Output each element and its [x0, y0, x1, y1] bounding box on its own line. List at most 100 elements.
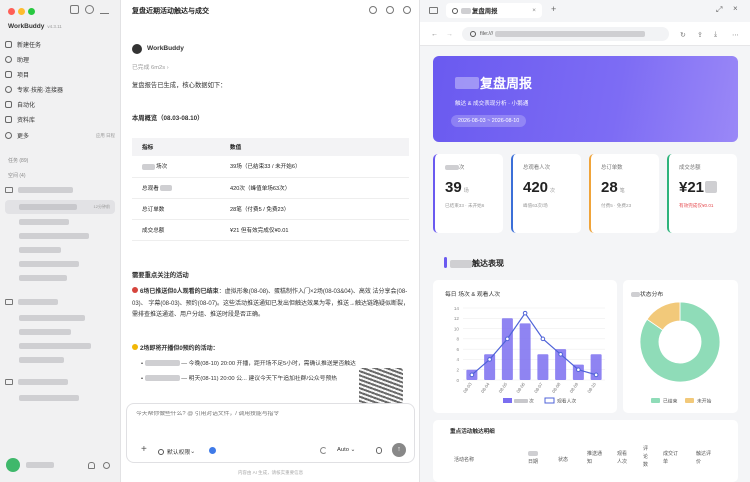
filter-icon[interactable]	[100, 5, 109, 14]
table-header: 成交订单	[663, 451, 679, 465]
automation-icon	[5, 101, 12, 108]
table-header: 指标	[132, 138, 220, 156]
share-icon[interactable]	[369, 6, 377, 14]
table-header: 活动名称	[454, 457, 475, 463]
url-field[interactable]: file:///	[462, 27, 669, 41]
kpi-label: 总观看人次	[523, 165, 550, 171]
chat-input[interactable]	[136, 411, 406, 417]
bar	[519, 323, 531, 380]
maximize-window-button[interactable]	[28, 8, 35, 15]
report-title: 复盘周报	[455, 73, 532, 92]
globe-icon	[470, 31, 476, 37]
more-hint: 应用 日程	[95, 132, 115, 138]
expand-icon[interactable]: ⤢	[716, 5, 722, 15]
report-date-range: 2026-08-03 ~ 2026-08-10	[451, 115, 527, 127]
bar-chart: 0 2 4 6 8 10 12 14 08-03 08-04 08-05 08-06 08-07 08-0…	[454, 306, 605, 405]
avatar[interactable]	[6, 458, 20, 472]
kpi-card-sessions: 次 39 场 已结束33 · 未开始6	[433, 154, 503, 233]
x-tick-label: 08-04	[480, 381, 491, 394]
table-header: 数值	[220, 138, 409, 156]
table-header: 观看人次	[617, 451, 628, 465]
x-tick-label: 08-08	[551, 381, 562, 394]
toggle-sidebar-icon[interactable]	[70, 5, 79, 14]
sidebar: WorkBuddy v4.3.11 新建任务 助理 项目 专家·技能·连接器 自动…	[0, 0, 121, 482]
nav-new-task[interactable]: 新建任务	[5, 38, 115, 51]
history-icon[interactable]	[403, 6, 411, 14]
workspace-folder[interactable]	[5, 184, 115, 196]
kpi-label: 次	[445, 163, 464, 171]
task-item[interactable]	[5, 216, 115, 228]
table-cell: 39场（已结束33 / 未开始6）	[220, 156, 409, 178]
attention-bullet-1: • — 今晚(08-10) 20:00 开播，距开场不足5小时，需确认推送是否触…	[141, 360, 356, 367]
y-tick-label: 14	[454, 306, 460, 311]
close-window-button[interactable]	[8, 8, 15, 15]
back-icon[interactable]: ←	[431, 31, 438, 38]
attention-item-2: 2场即将开播但0预约的活动：	[132, 343, 219, 352]
settings-icon[interactable]	[103, 462, 110, 469]
more-menu-icon[interactable]: ⋯	[732, 31, 739, 39]
app-name: WorkBuddy v4.3.11	[8, 23, 62, 30]
tasks-section-label[interactable]: 任务 (89)	[8, 157, 28, 164]
table-header: 推送通知	[587, 451, 603, 465]
chat-input-box[interactable]: + 默认权限 ⌄ Auto ⌄ ↑	[126, 403, 415, 463]
task-item[interactable]	[5, 230, 115, 242]
section-accent	[444, 257, 447, 268]
close-panel-icon[interactable]: ×	[733, 4, 738, 13]
task-item[interactable]	[5, 272, 115, 284]
new-tab-button[interactable]: +	[551, 4, 556, 14]
model-selector[interactable]: Auto ⌄	[337, 447, 355, 453]
x-tick-label: 08-10	[586, 381, 597, 394]
run-status[interactable]: 已完成 6m2s ›	[132, 62, 169, 71]
microphone-icon[interactable]	[376, 447, 382, 454]
share-icon[interactable]: ⇪	[697, 31, 703, 39]
folder-icon	[5, 299, 13, 305]
kpi-card-revenue: 成交总额 ¥21 有效完成仅¥0.01	[667, 154, 737, 233]
add-icon[interactable]: +	[141, 445, 147, 455]
reload-icon[interactable]: ↻	[680, 31, 686, 39]
tab-bar: 复盘周报 × + ⤢ ×	[420, 0, 750, 21]
minimize-window-button[interactable]	[18, 8, 25, 15]
table-row: 总订单数 28笔（付费5 / 免费23）	[132, 198, 409, 220]
legend-label: 观看人次	[557, 398, 576, 405]
address-bar: ← → file:/// ↻ ⇪ ⤓ ⋯	[420, 22, 750, 46]
task-item[interactable]	[5, 258, 115, 270]
task-item[interactable]	[5, 392, 115, 404]
legend-swatch	[503, 398, 512, 403]
nav-more[interactable]: 更多 应用 日程	[5, 129, 115, 142]
project-icon	[5, 71, 12, 78]
task-item[interactable]	[5, 244, 115, 256]
task-item[interactable]	[5, 326, 115, 338]
task-item-selected[interactable]: 12分钟前	[5, 200, 115, 214]
task-item[interactable]	[5, 312, 115, 324]
line-point	[522, 310, 528, 316]
kpi-card-views: 总观看人次 420 次 峰值63次/场	[511, 154, 581, 233]
nav-project[interactable]: 项目	[5, 68, 115, 81]
table-cell: 场次	[156, 164, 168, 171]
attention-item-1: 6场已推送但0人观看的已结束：虚拟形象(08-08)、蛋糕制作入门×2场(08-…	[132, 287, 410, 318]
notification-icon[interactable]	[88, 462, 95, 469]
download-icon[interactable]: ⤓	[714, 31, 717, 39]
workspace-folder[interactable]	[5, 376, 115, 388]
kpi-value: 28 笔	[601, 179, 625, 196]
workspace-section-label[interactable]: 空间 (4)	[8, 172, 26, 179]
permission-selector[interactable]: 默认权限 ⌄	[158, 447, 195, 456]
app-window: WorkBuddy v4.3.11 新建任务 助理 项目 专家·技能·连接器 自动…	[0, 0, 750, 482]
nav-expert[interactable]: 专家·技能·连接器	[5, 83, 115, 96]
send-button[interactable]: ↑	[392, 443, 406, 457]
workspace-folder[interactable]	[5, 296, 115, 308]
browser-tab[interactable]: 复盘周报 ×	[446, 3, 542, 18]
search-icon[interactable]	[85, 5, 94, 14]
nav-library[interactable]: 资料库	[5, 113, 115, 126]
task-item[interactable]	[5, 340, 115, 352]
forward-icon[interactable]: →	[446, 31, 453, 38]
nav-automation[interactable]: 自动化	[5, 98, 115, 111]
close-tab-icon[interactable]: ×	[532, 7, 536, 14]
task-item[interactable]	[5, 354, 115, 366]
sidebar-toggle-icon[interactable]	[429, 7, 438, 14]
edit-icon[interactable]	[386, 6, 394, 14]
nav-assistant[interactable]: 助理	[5, 53, 115, 66]
kpi-value: 420 次	[523, 179, 556, 196]
user-name	[26, 462, 54, 468]
line-point	[487, 357, 492, 362]
report-subtitle: 触达 & 成交表现分析 · 小鹅通	[455, 101, 529, 107]
